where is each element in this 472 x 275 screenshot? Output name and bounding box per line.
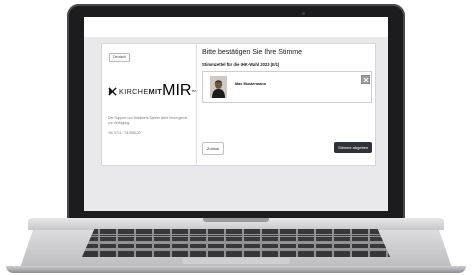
logo-text-part1: KIRCHE [119,86,149,96]
voting-panel: Deutsch KIRCHEMIT MIR TM Der Support von W… [101,43,376,166]
kirche-mit-mir-logo: KIRCHEMIT MIR TM [108,82,196,100]
browser-top-bar [84,17,388,37]
ballot-label: Stimmzettel für die IHK-Wahl 2023 (II/1) [202,62,280,67]
candidate-card[interactable]: Max Mustermann [202,71,372,103]
candidate-avatar [210,76,227,98]
logo-mark-icon [108,86,117,96]
camera-icon [302,12,305,15]
info-sidebar: Deutsch KIRCHEMIT MIR TM Der Support von W… [102,44,197,165]
logo-text-part2: MIT [148,86,163,96]
checkmark-x-icon [362,76,369,83]
laptop-screen: Deutsch KIRCHEMIT MIR TM Der Support von W… [84,17,388,211]
language-button[interactable]: Deutsch [109,53,131,62]
logo-trademark: TM [191,89,196,93]
submit-vote-button[interactable]: Stimme abgeben [334,142,373,153]
page-title: Bitte bestätigen Sie Ihre Stimme [202,49,302,56]
candidate-checkbox[interactable] [361,75,370,84]
confirmation-area: Bitte bestätigen Sie Ihre Stimme Stimmze… [202,44,373,165]
support-phone: Tel. 0711 / 781999-30 [108,131,141,135]
keyboard-keys [82,229,390,257]
logo-text-part3: MIR [162,82,192,99]
candidate-name: Max Mustermann [235,82,267,86]
support-text: Der Support von Wahlkreis Spieler steht … [108,116,188,125]
laptop-base-bottom [6,266,466,273]
laptop-hinge [203,218,269,222]
logo-text: KIRCHEMIT [119,87,162,96]
back-button[interactable]: Zurück [202,142,225,155]
trackpad [182,258,290,264]
